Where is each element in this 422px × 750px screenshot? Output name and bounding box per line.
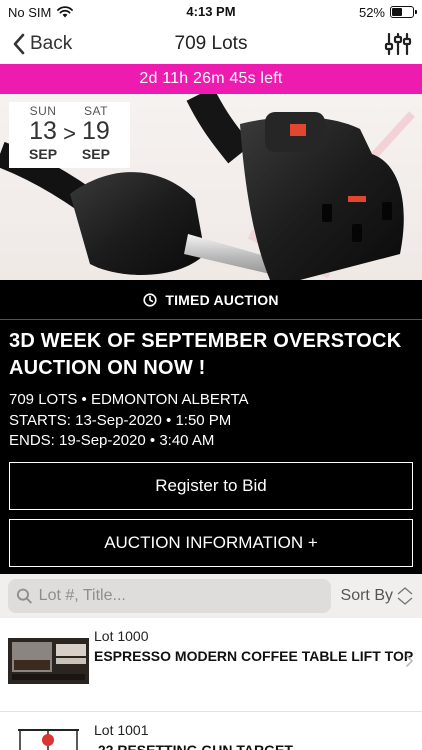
chevron-left-icon: [13, 33, 25, 55]
list-item[interactable]: Lot 1000 ESPRESSO MODERN COFFEE TABLE LI…: [0, 618, 422, 712]
battery-percent: 52%: [358, 4, 385, 20]
auction-starts: STARTS: 13-Sep-2020 • 1:50 PM: [9, 411, 232, 429]
gun-target-image: [8, 720, 89, 750]
lot-number: Lot 1000: [94, 628, 149, 644]
status-bar: No SIM 4:13 PM 52%: [0, 0, 422, 24]
lot-list: Lot 1000 ESPRESSO MODERN COFFEE TABLE LI…: [0, 618, 422, 750]
end-date: SAT 19 SEP: [82, 104, 110, 162]
auction-lots-location: 709 LOTS • EDMONTON ALBERTA: [9, 391, 249, 408]
register-to-bid-button[interactable]: Register to Bid: [9, 462, 413, 510]
lot-thumbnail: [0, 712, 94, 750]
carrier-label: No SIM: [8, 4, 52, 20]
status-right: 52%: [358, 4, 417, 20]
back-button[interactable]: Back: [12, 33, 72, 55]
status-left: No SIM: [8, 4, 74, 20]
auction-info-panel: TIMED AUCTION 3D WEEK OF SEPTEMBER OVERS…: [0, 280, 422, 574]
search-icon: [16, 588, 32, 604]
start-date: SUN 13 SEP: [29, 104, 57, 162]
sort-by-label: Sort By: [340, 587, 393, 604]
lot-text: Lot 1001 .22 RESETTING GUN TARGET: [94, 712, 293, 750]
sort-arrows-icon: [397, 587, 413, 605]
auction-date-range: SUN 13 SEP > SAT 19 SEP: [9, 102, 130, 168]
date-separator: >: [63, 121, 76, 146]
lot-thumbnail: [0, 618, 94, 712]
auction-type-row: TIMED AUCTION: [0, 280, 422, 320]
auction-information-button[interactable]: AUCTION INFORMATION +: [9, 519, 413, 567]
auction-details: 709 LOTS • EDMONTON ALBERTA STARTS: 13-S…: [0, 382, 422, 452]
auction-type-label: TIMED AUCTION: [165, 291, 279, 308]
auction-title: 3D WEEK OF SEPTEMBER OVERSTOCK AUCTION O…: [9, 330, 402, 379]
search-input[interactable]: [38, 587, 323, 605]
battery-fill: [392, 8, 403, 16]
search-row: Sort By: [0, 574, 422, 618]
filter-button[interactable]: [384, 31, 412, 57]
lot-number: Lot 1001: [94, 722, 149, 738]
countdown-text: 2d 11h 26m 45s left: [139, 70, 283, 87]
end-num: 19: [82, 117, 110, 145]
auction-hero-image: SUN 13 SEP > SAT 19 SEP: [0, 94, 422, 280]
lot-title: ESPRESSO MODERN COFFEE TABLE LIFT TOP: [94, 648, 414, 664]
wifi-icon: [57, 6, 74, 18]
search-box[interactable]: [8, 579, 331, 613]
coffee-table-image: [8, 638, 89, 684]
countdown-banner: 2d 11h 26m 45s left: [0, 64, 422, 94]
clock-icon: [143, 292, 157, 307]
chevron-right-icon: [406, 655, 414, 667]
start-day: SUN: [29, 104, 57, 118]
sliders-icon: [384, 32, 412, 56]
back-label: Back: [30, 33, 73, 54]
list-item[interactable]: Lot 1001 .22 RESETTING GUN TARGET: [0, 712, 422, 750]
start-num: 13: [29, 117, 57, 145]
battery-icon: [390, 6, 417, 18]
sort-by-button[interactable]: Sort By: [341, 586, 414, 606]
nav-bar: Back 709 Lots: [0, 24, 422, 64]
lot-text: Lot 1000 ESPRESSO MODERN COFFEE TABLE LI…: [94, 618, 413, 664]
end-month: SEP: [81, 146, 110, 162]
auction-ends: ENDS: 19-Sep-2020 • 3:40 AM: [9, 432, 215, 449]
end-day: SAT: [83, 104, 108, 118]
lot-title: .22 RESETTING GUN TARGET: [94, 742, 293, 750]
start-month: SEP: [29, 146, 58, 162]
